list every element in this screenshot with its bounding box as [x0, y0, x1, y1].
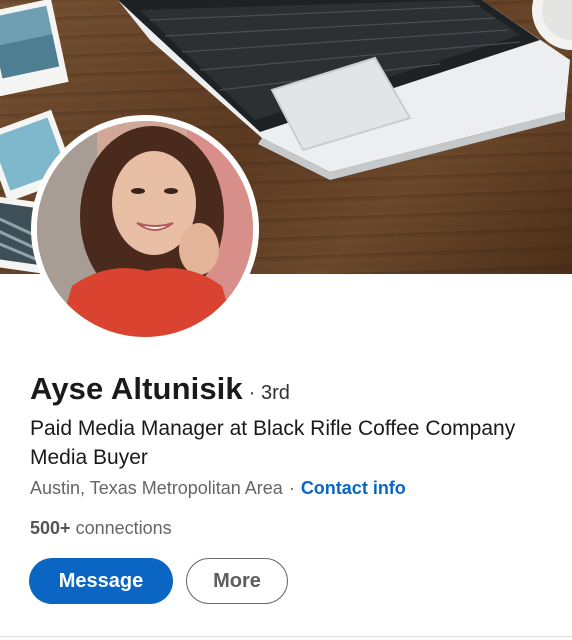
location-row: Austin, Texas Metropolitan Area · Contact …	[30, 478, 406, 499]
profile-location: Austin, Texas Metropolitan Area	[30, 478, 283, 498]
location-separator: ·	[288, 478, 295, 498]
divider	[0, 636, 572, 637]
connections-count: 500+	[30, 518, 71, 538]
connections-link[interactable]: 500+ connections	[30, 518, 172, 539]
name-row: Ayse Altunisik · 3rd	[30, 371, 290, 407]
connection-degree: · 3rd	[248, 382, 290, 404]
profile-photo	[37, 121, 253, 337]
profile-photo-graphic	[37, 121, 253, 337]
contact-info-link[interactable]: Contact info	[301, 478, 406, 498]
profile-headline: Paid Media Manager at Black Rifle Coffee…	[30, 417, 516, 469]
profile-name: Ayse Altunisik	[30, 371, 243, 406]
profile-card: Ayse Altunisik · 3rd Paid Media Manager …	[0, 0, 572, 640]
more-button[interactable]: More	[186, 558, 288, 604]
profile-avatar[interactable]	[31, 115, 259, 343]
message-button[interactable]: Message	[29, 558, 173, 604]
profile-actions: Message More	[29, 558, 288, 604]
connections-label: connections	[75, 518, 172, 538]
